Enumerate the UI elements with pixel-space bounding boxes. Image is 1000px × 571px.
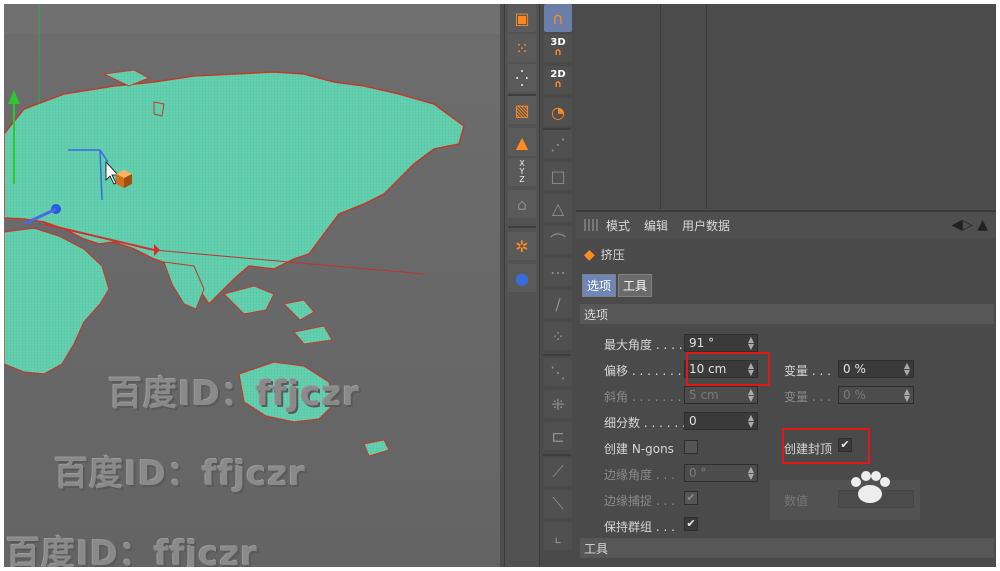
bevel-field[interactable]: 5 cm ▲ ▼ — [684, 386, 758, 404]
column-divider — [706, 4, 707, 209]
variation-field[interactable]: 0 % ▲ ▼ — [838, 360, 914, 378]
edge-snap-label: 边缘捕捉 . . . — [604, 494, 675, 508]
object-manager — [576, 4, 996, 209]
edge-angle-label: 边缘角度 . . . — [604, 468, 675, 482]
magnet-icon[interactable]: ∩ — [544, 4, 572, 32]
offset-label: 偏移 . . . . . . . . . — [604, 364, 697, 378]
2d-snap-button[interactable]: 2D ∩ — [544, 66, 572, 94]
southeast-asia-islands — [223, 285, 315, 321]
line-snap-icon[interactable]: ∕ — [544, 290, 572, 318]
diagonal-snap-icon[interactable]: ⟍ — [544, 490, 572, 518]
menu-edit[interactable]: 编辑 — [644, 217, 668, 234]
slash-snap-icon[interactable]: ⟋ — [544, 458, 572, 486]
column-divider — [660, 4, 661, 209]
menu-mode[interactable]: 模式 — [606, 217, 630, 234]
angle-snap-icon[interactable]: ◔ — [544, 98, 572, 126]
keep-groups-label: 保持群组 . . . — [604, 520, 675, 534]
triangle-snap-icon[interactable]: △ — [544, 194, 572, 222]
subdivision-field[interactable]: 0 ▲ ▼ — [684, 412, 758, 430]
max-angle-label: 最大角度 . . . . — [604, 338, 683, 352]
spheres-icon[interactable]: ● — [508, 264, 536, 292]
create-caps-highlight-box — [782, 428, 870, 464]
vertex-snap-icon[interactable]: ⋰ — [544, 130, 572, 158]
variation-label: 变量 . . . — [784, 364, 831, 378]
square-snap-icon[interactable]: □ — [544, 162, 572, 190]
section-header-options: 选项 — [580, 304, 994, 324]
max-angle-field[interactable]: 91 ° ▲ ▼ — [684, 334, 758, 352]
menu-userdata[interactable]: 用户数据 — [682, 217, 730, 234]
corner-snap-icon[interactable]: ⌞ — [544, 522, 572, 550]
offset-highlight-box — [686, 352, 770, 386]
point-grid-icon[interactable]: ⁙ — [508, 34, 536, 62]
object-header: ◆ 挤压 — [584, 246, 625, 263]
workplane-icon[interactable]: ▧ — [508, 96, 536, 124]
variation2-label: 变量 . . . — [784, 390, 831, 404]
3d-viewport[interactable]: 百度ID：ffjczr 百度ID：ffjczr 百度ID：ffjczr — [4, 4, 500, 567]
curve-snap-icon[interactable]: ⌒ — [544, 226, 572, 254]
watermark-1: 百度ID：ffjczr — [108, 374, 360, 414]
disabled-tool-icon[interactable]: ⌂ — [508, 190, 536, 218]
tab-tools[interactable]: 工具 — [618, 274, 653, 297]
secondary-tool-palette: ∩ 3D ∩ 2D ∩ ◔ ⋰ □ △ ⌒ ⋯ ∕ ⁘ ⋱ ⁜ ⊏ ⟋ ⟍ ⌞ — [539, 4, 576, 567]
nav-arrows-icon[interactable]: ◀▷ ▲ — [951, 217, 988, 233]
watermark-3: 百度ID：ffjczr — [6, 534, 258, 567]
edge-snap-icon[interactable]: ⋯ — [544, 258, 572, 286]
app-window: 百度ID：ffjczr 百度ID：ffjczr 百度ID：ffjczr ▣ ⁙ … — [4, 4, 996, 567]
axis-xyz-icon[interactable]: XYZ — [508, 158, 536, 186]
bevel-label: 斜角 . . . . . . . . . — [604, 390, 697, 404]
dots-grid-icon[interactable]: ⁛ — [508, 64, 536, 92]
watermark-2: 百度ID：ffjczr — [54, 454, 306, 494]
subdivision-label: 细分数 . . . . . . — [604, 416, 686, 430]
africa-landmass — [4, 227, 110, 375]
watermark-logo-overlay — [770, 471, 920, 520]
extrude-object-icon: ◆ — [584, 246, 595, 263]
edge-snap-checkbox[interactable]: ✔ — [684, 491, 698, 505]
cube-tool-icon[interactable]: ▣ — [508, 4, 536, 32]
variation2-field[interactable]: 0 % ▲ ▼ — [838, 386, 914, 404]
attribute-menu-bar: 模式 编辑 用户数据 ◀▷ ▲ — [576, 212, 996, 238]
attribute-manager: 模式 编辑 用户数据 ◀▷ ▲ ◆ 挤压 选项 工具 选项 最大角度 . . .… — [576, 210, 996, 567]
workplane-snap-icon[interactable]: ⊏ — [544, 422, 572, 450]
grip-icon[interactable] — [584, 219, 598, 231]
paw-logo-icon — [851, 471, 890, 503]
create-ngons-label: 创建 N-gons — [604, 442, 674, 456]
attribute-tabs: 选项 工具 — [582, 274, 653, 297]
tab-options[interactable]: 选项 — [582, 274, 617, 297]
keep-groups-checkbox[interactable]: ✔ — [684, 517, 698, 531]
primary-tool-palette: ▣ ⁙ ⁛ ▧ ▲ XYZ ⌂ ✲ ● — [504, 4, 539, 567]
object-name: 挤压 — [600, 248, 625, 262]
create-ngons-checkbox[interactable] — [684, 440, 698, 454]
snap-icon[interactable]: ✲ — [508, 232, 536, 260]
dots-snap-icon[interactable]: ⁘ — [544, 322, 572, 350]
grid-snap-icon[interactable]: ⁜ — [544, 390, 572, 418]
section-header-tools: 工具 — [580, 538, 994, 558]
3d-snap-button[interactable]: 3D ∩ — [544, 34, 572, 62]
polygon-mode-icon[interactable]: ▲ — [508, 128, 536, 156]
edge-angle-field[interactable]: 0 ° ▲ ▼ — [684, 464, 758, 482]
guide-snap-icon[interactable]: ⋱ — [544, 358, 572, 386]
